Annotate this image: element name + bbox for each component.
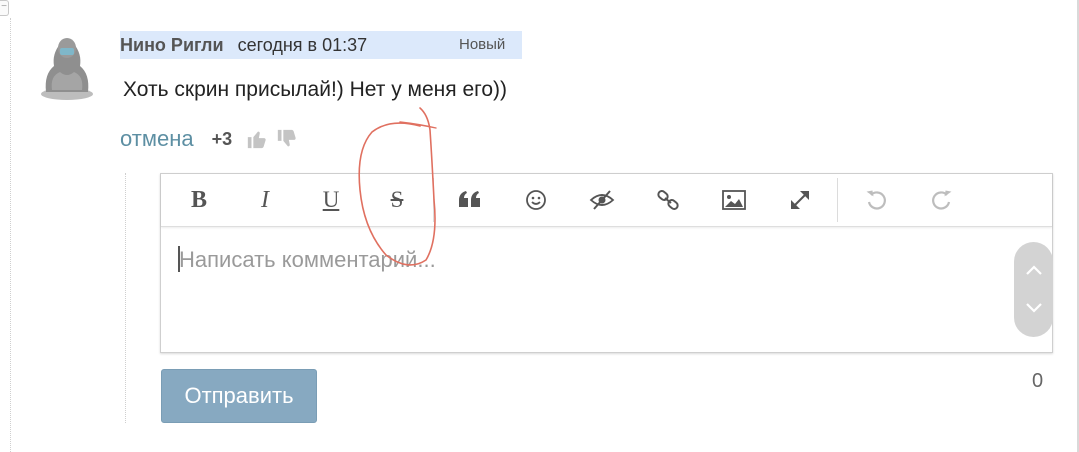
scroll-up-button[interactable] [1014, 250, 1053, 290]
chevron-up-icon [1025, 265, 1042, 275]
collapse-toggle[interactable]: − [0, 0, 9, 16]
underline-icon: U [322, 187, 340, 212]
editor-toolbar: B I U S [161, 174, 1052, 227]
vote-score: +3 [211, 128, 233, 149]
thread-line [10, 18, 11, 452]
expand-icon [791, 191, 809, 209]
italic-icon: I [261, 186, 269, 213]
quote-button[interactable] [453, 184, 487, 216]
emoji-button[interactable] [519, 184, 553, 216]
submit-button[interactable]: Отправить [161, 369, 317, 423]
scroll-navigator [1014, 242, 1053, 337]
chevron-down-icon [1025, 303, 1042, 313]
quote-icon [459, 191, 480, 207]
redo-button[interactable] [925, 184, 959, 216]
strikethrough-button[interactable]: S [380, 184, 414, 216]
new-badge: Новый [459, 36, 506, 53]
bold-icon: B [190, 186, 207, 213]
redo-icon [932, 190, 952, 210]
cancel-link[interactable]: отмена [120, 126, 194, 152]
avatar[interactable] [38, 30, 96, 102]
scroll-down-button[interactable] [1014, 288, 1053, 328]
author-name[interactable]: Нино Ригли [120, 35, 224, 56]
comment-header: Нино Ригли сегодня в 01:37 Новый [120, 31, 522, 59]
italic-button[interactable]: I [248, 184, 282, 216]
comment-input[interactable]: Написать комментарий... [161, 227, 1052, 352]
undo-button[interactable] [859, 184, 893, 216]
image-icon [722, 190, 746, 210]
undo-icon [866, 190, 886, 210]
spoiler-button[interactable] [585, 184, 619, 216]
thumbs-up-icon[interactable] [246, 128, 268, 150]
fullscreen-button[interactable] [783, 184, 817, 216]
comment-editor: B I U S Написать комментарий... [160, 173, 1053, 353]
strikethrough-icon: S [390, 187, 404, 212]
link-button[interactable] [651, 184, 685, 216]
comment-input-placeholder: Написать комментарий... [179, 247, 436, 272]
toolbar-separator [837, 178, 838, 222]
reply-thread-line [125, 173, 126, 423]
bold-button[interactable]: B [182, 184, 216, 216]
eye-slash-icon [589, 190, 615, 210]
char-counter: 0 [1032, 370, 1044, 392]
thumbs-down-icon[interactable] [276, 128, 298, 150]
comment-text: Хоть скрин присылай!) Нет у меня его)) [123, 78, 508, 101]
comment-actions: отмена +3 [120, 124, 298, 154]
underline-button[interactable]: U [314, 184, 348, 216]
link-icon [657, 190, 679, 210]
comment-timestamp[interactable]: сегодня в 01:37 [238, 35, 368, 56]
toolbar-separator [433, 178, 434, 222]
smile-icon [526, 190, 546, 210]
image-button[interactable] [717, 184, 751, 216]
